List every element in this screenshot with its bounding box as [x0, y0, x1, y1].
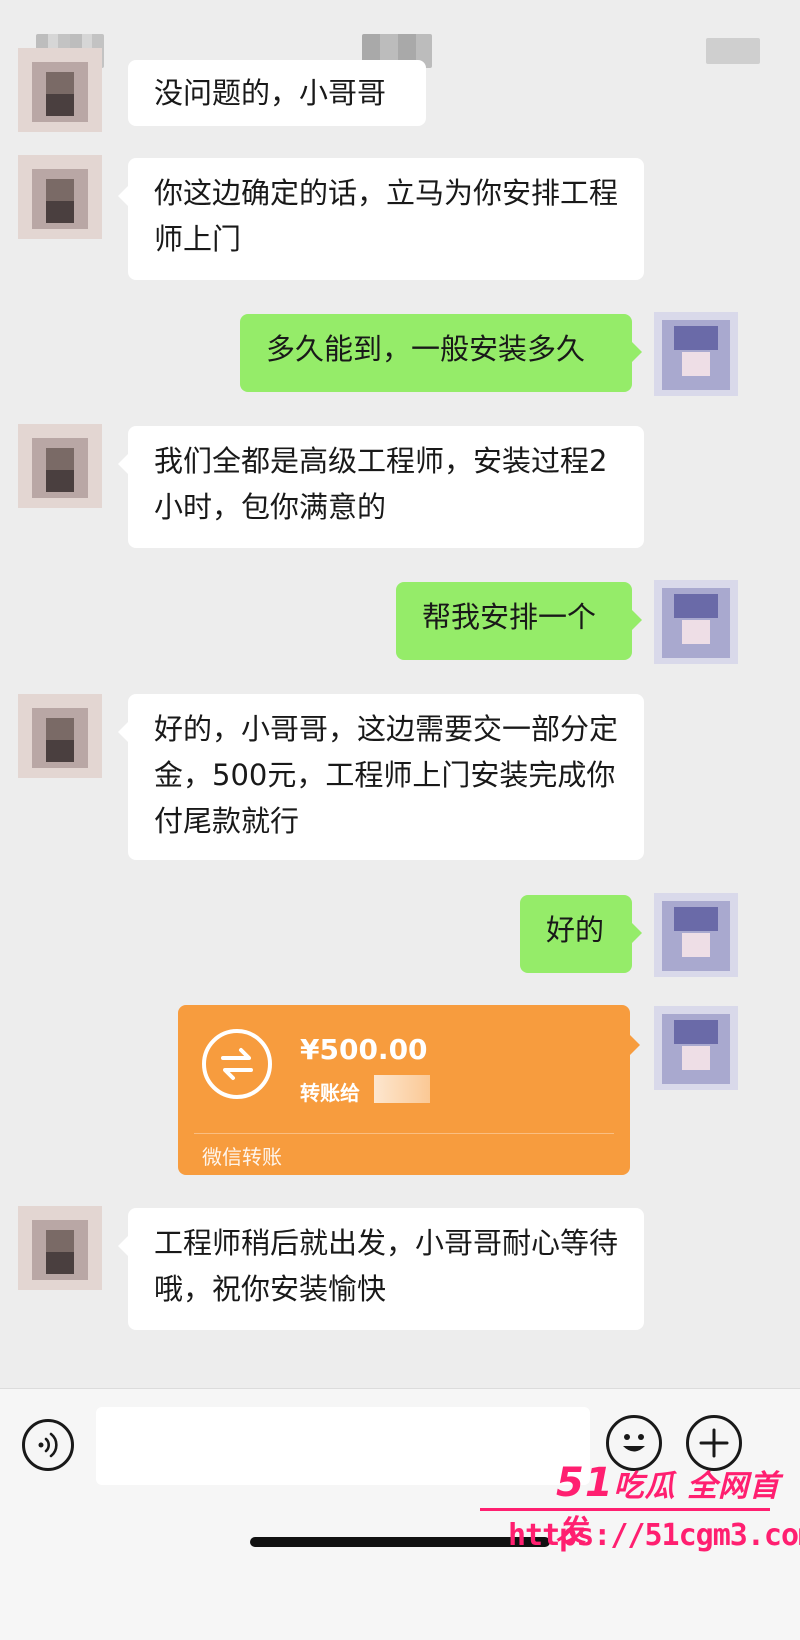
message-text: 你这边确定的话，立马为你安排工程师上门 — [154, 176, 619, 256]
message-text: 好的，小哥哥，这边需要交一部分定金，500元，工程师上门安装完成你付尾款就行 — [154, 712, 619, 838]
contact-avatar[interactable] — [18, 155, 102, 239]
message-bubble[interactable]: 多久能到，一般安装多久 — [240, 314, 642, 392]
contact-avatar[interactable] — [18, 424, 102, 508]
transfer-card[interactable]: ¥500.00 转账给 微信转账 — [178, 1005, 640, 1175]
message-bubble[interactable]: 工程师稍后就出发，小哥哥耐心等待哦，祝你安装愉快 — [118, 1208, 644, 1330]
message-bubble[interactable]: 帮我安排一个 — [396, 582, 642, 660]
more-button[interactable] — [706, 38, 760, 64]
contact-avatar[interactable] — [18, 48, 102, 134]
transfer-arrows-icon — [202, 1029, 272, 1099]
my-avatar[interactable] — [654, 312, 738, 396]
watermark-brand-number: 51 — [556, 1460, 614, 1506]
transfer-type-label: 微信转账 — [202, 1145, 282, 1169]
message-bubble[interactable]: 没问题的，小哥哥 — [128, 60, 426, 126]
contact-avatar[interactable] — [18, 694, 102, 778]
watermark-url: https://51cgm3.com — [508, 1518, 800, 1553]
recipient-name-redacted — [374, 1075, 430, 1103]
voice-icon[interactable] — [22, 1419, 74, 1471]
transfer-recipient-label: 转账给 — [300, 1081, 360, 1105]
message-input[interactable] — [96, 1407, 590, 1485]
message-text: 没问题的，小哥哥 — [154, 76, 387, 110]
message-text: 工程师稍后就出发，小哥哥耐心等待哦，祝你安装愉快 — [154, 1226, 619, 1306]
my-avatar[interactable] — [654, 580, 738, 664]
message-bubble[interactable]: 好的 — [520, 895, 642, 973]
message-text: 多久能到，一般安装多久 — [266, 332, 586, 366]
message-text: 我们全都是高级工程师，安装过程2小时，包你满意的 — [154, 444, 608, 524]
message-bubble[interactable]: 我们全都是高级工程师，安装过程2小时，包你满意的 — [118, 426, 644, 548]
my-avatar[interactable] — [654, 893, 738, 977]
home-indicator — [250, 1537, 550, 1547]
my-avatar[interactable] — [654, 1006, 738, 1090]
message-bubble[interactable]: 好的，小哥哥，这边需要交一部分定金，500元，工程师上门安装完成你付尾款就行 — [118, 694, 644, 860]
watermark-line — [480, 1508, 770, 1511]
message-bubble[interactable]: 你这边确定的话，立马为你安排工程师上门 — [118, 158, 644, 280]
divider — [194, 1133, 614, 1134]
contact-avatar[interactable] — [18, 1206, 102, 1290]
message-text: 好的 — [546, 913, 605, 947]
transfer-amount: ¥500.00 — [300, 1033, 428, 1066]
message-text: 帮我安排一个 — [422, 600, 597, 634]
